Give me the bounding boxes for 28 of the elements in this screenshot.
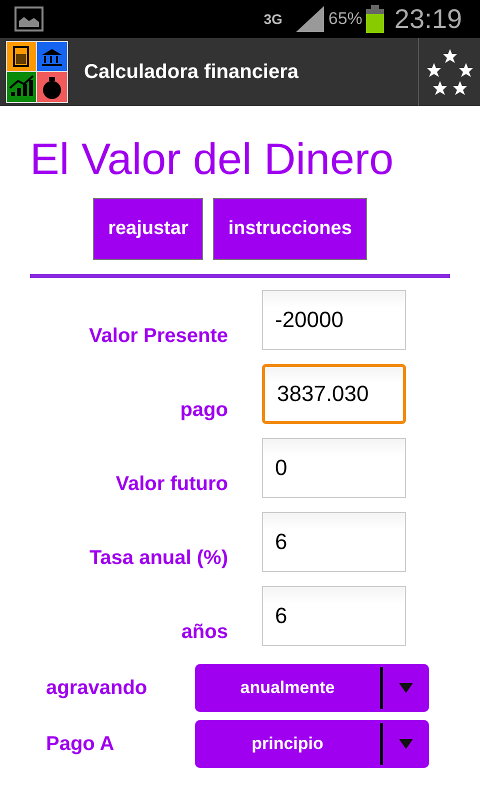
input-field[interactable]: 6 — [262, 512, 406, 572]
action-button[interactable]: reajustar — [93, 198, 204, 260]
stars-icon — [426, 48, 474, 96]
field-label: años — [180, 621, 228, 645]
input-field[interactable]: 0 — [262, 438, 406, 498]
input-field[interactable]: 3837.030 — [262, 364, 406, 424]
signal-icon — [296, 6, 324, 32]
clock: 23:19 — [394, 4, 462, 34]
dropdown[interactable]: anualmente — [195, 664, 429, 712]
battery-percent: 65% — [328, 9, 362, 29]
input-field[interactable]: -20000 — [262, 290, 406, 350]
input-field[interactable]: 6 — [262, 586, 406, 646]
dropdown-arrow-icon — [399, 739, 413, 749]
app-logo-icon — [6, 41, 68, 103]
dropdown-label: agravando — [45, 676, 148, 700]
network-label: 3G — [264, 11, 282, 27]
image-icon — [14, 6, 44, 32]
page-heading: El Valor del Dinero — [30, 134, 395, 186]
dropdown-arrow-icon — [399, 683, 413, 693]
dropdown-label: Pago A — [45, 732, 116, 756]
app-title: Calculadora financiera — [84, 60, 300, 84]
action-button[interactable]: instrucciones — [213, 198, 367, 260]
field-label: pago — [179, 399, 228, 423]
field-label: Tasa anual (%) — [88, 547, 228, 571]
dropdown[interactable]: principio — [195, 720, 429, 768]
field-label: Valor futuro — [114, 473, 228, 497]
battery-icon — [366, 5, 384, 33]
field-label: Valor Presente — [88, 325, 228, 349]
